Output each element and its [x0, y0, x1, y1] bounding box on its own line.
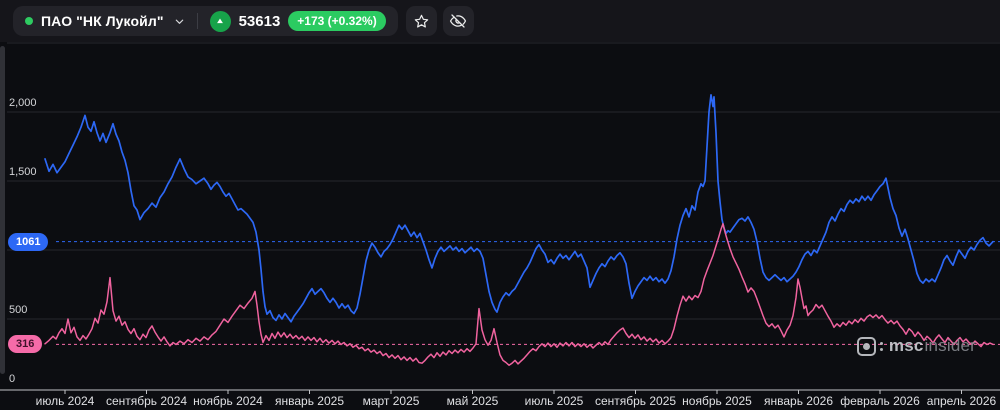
chart-area[interactable]: 2,000 1,500 500 0 июль 2024 сентябрь 2024 ноя…	[0, 0, 1000, 410]
favorite-button[interactable]	[406, 6, 437, 36]
watermark-bold-text: msc	[889, 336, 924, 356]
x-axis-label: апрель 2026	[927, 394, 996, 408]
y-axis-label: 0	[9, 373, 15, 385]
x-axis-label: сентябрь 2025	[595, 394, 676, 408]
up-arrow-icon	[210, 11, 231, 32]
series-blue	[45, 95, 993, 322]
watermark-dots-icon	[880, 342, 883, 345]
x-axis-label: ноябрь 2024	[193, 394, 263, 408]
x-axis-label: сентябрь 2024	[106, 394, 187, 408]
change-badge: +173 (+0.32%)	[288, 11, 385, 31]
price-chart-svg[interactable]	[0, 0, 1000, 410]
x-axis-label: февраль 2026	[840, 394, 920, 408]
price-marker-pink: 316	[8, 335, 42, 353]
watermark-light-text: insider	[925, 336, 976, 356]
x-axis-label: июль 2024	[36, 394, 95, 408]
y-axis-label: 1,500	[9, 166, 37, 178]
x-axis-label: июль 2025	[525, 394, 584, 408]
last-price: 53613	[239, 13, 281, 30]
x-axis-label: январь 2026	[764, 394, 833, 408]
hide-button[interactable]	[443, 6, 474, 36]
chevron-down-icon	[174, 16, 185, 27]
left-edge-strip	[0, 46, 5, 374]
x-axis-label: ноябрь 2025	[682, 394, 752, 408]
ticker-name: ПАО "НК Лукойл"	[41, 13, 164, 29]
price-marker-blue: 1061	[8, 233, 48, 251]
x-axis-label: март 2025	[363, 394, 420, 408]
status-dot-icon	[25, 17, 33, 25]
y-axis-label: 2,000	[9, 97, 37, 109]
watermark: msc insider	[857, 336, 976, 356]
topbar: ПАО "НК Лукойл" 53613 +173 (+0.32%)	[0, 0, 1000, 42]
ticker-selector[interactable]: ПАО "НК Лукойл" 53613 +173 (+0.32%)	[13, 6, 398, 36]
watermark-logo-icon	[857, 337, 876, 356]
eye-off-icon	[449, 12, 467, 30]
star-icon	[413, 13, 430, 30]
x-axis-label: май 2025	[447, 394, 499, 408]
divider	[197, 13, 198, 29]
x-axis-label: январь 2025	[275, 394, 344, 408]
y-axis-label: 500	[9, 304, 27, 316]
